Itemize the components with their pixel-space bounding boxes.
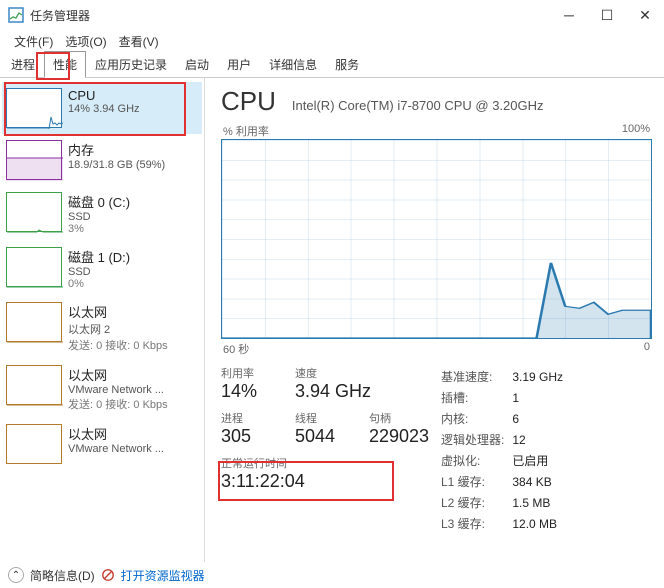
label-cores: 内核:	[441, 409, 510, 428]
label-lprocs: 逻辑处理器:	[441, 430, 510, 449]
label-base-speed: 基准速度:	[441, 367, 510, 386]
menu-view[interactable]: 查看(V)	[113, 31, 165, 52]
label-sockets: 插槽:	[441, 388, 510, 407]
value-l3: 12.0 MB	[512, 514, 569, 533]
sidebar-disk0-sub: SSD	[68, 211, 130, 223]
sidebar-eth1-sub2: 发送: 0 接收: 0 Kbps	[68, 337, 168, 353]
value-threads: 5044	[295, 426, 351, 447]
menu-file[interactable]: 文件(F)	[8, 31, 59, 52]
value-sockets: 1	[512, 388, 569, 407]
menu-bar: 文件(F) 选项(O) 查看(V)	[0, 30, 664, 52]
stats-left: 利用率 14% 速度 3.94 GHz 进程 305 线程 50	[221, 365, 421, 535]
sidebar: CPU 14% 3.94 GHz 内存 18.9/31.8 GB (59%) 磁…	[0, 78, 205, 562]
sidebar-mem-sub: 18.9/31.8 GB (59%)	[68, 159, 165, 171]
label-handles: 句柄	[369, 410, 425, 426]
app-icon	[8, 7, 24, 23]
label-l2: L2 缓存:	[441, 493, 510, 512]
label-l3: L3 缓存:	[441, 514, 510, 533]
window-title: 任务管理器	[30, 7, 550, 24]
maximize-button[interactable]: ☐	[588, 0, 626, 30]
tab-app-history[interactable]: 应用历史记录	[86, 51, 176, 77]
label-virtualization: 虚拟化:	[441, 451, 510, 470]
status-bar: ⌃ 简略信息(D) 打开资源监视器	[0, 562, 664, 588]
tab-details[interactable]: 详细信息	[260, 51, 326, 77]
sidebar-item-cpu[interactable]: CPU 14% 3.94 GHz	[2, 82, 202, 134]
sidebar-disk1-name: 磁盘 1 (D:)	[68, 247, 130, 266]
value-base-speed: 3.19 GHz	[512, 367, 569, 386]
sidebar-item-eth1[interactable]: 以太网 以太网 2 发送: 0 接收: 0 Kbps	[2, 296, 202, 359]
value-utilization: 14%	[221, 381, 277, 402]
sidebar-mem-name: 内存	[68, 140, 165, 159]
sidebar-disk1-sub2: 0%	[68, 278, 130, 290]
value-handles: 229023	[369, 426, 425, 447]
eth1-thumb-chart	[6, 302, 62, 342]
eth2-thumb-chart	[6, 365, 62, 405]
cpu-thumb-chart	[6, 88, 62, 128]
value-processes: 305	[221, 426, 277, 447]
menu-options[interactable]: 选项(O)	[59, 31, 112, 52]
content-body: CPU 14% 3.94 GHz 内存 18.9/31.8 GB (59%) 磁…	[0, 78, 664, 562]
sidebar-eth2-sub2: 发送: 0 接收: 0 Kbps	[68, 396, 168, 412]
tab-processes[interactable]: 进程	[2, 51, 44, 77]
tab-performance[interactable]: 性能	[44, 51, 86, 78]
value-l2: 1.5 MB	[512, 493, 569, 512]
sidebar-cpu-sub: 14% 3.94 GHz	[68, 103, 140, 115]
sidebar-eth3-name: 以太网	[68, 424, 164, 443]
resmon-icon	[101, 568, 115, 582]
label-processes: 进程	[221, 410, 277, 426]
label-utilization: 利用率	[221, 365, 277, 381]
cpu-utilization-chart[interactable]	[221, 139, 652, 339]
value-cores: 6	[512, 409, 569, 428]
chart-label-tl: % 利用率	[223, 123, 269, 139]
eth3-thumb-chart	[6, 424, 62, 464]
chart-label-tr: 100%	[622, 123, 650, 139]
stats-right: 基准速度:3.19 GHz 插槽:1 内核:6 逻辑处理器:12 虚拟化:已启用…	[439, 365, 571, 535]
tab-users[interactable]: 用户	[218, 51, 260, 77]
label-speed: 速度	[295, 365, 371, 381]
value-speed: 3.94 GHz	[295, 381, 371, 402]
sidebar-item-eth3[interactable]: 以太网 VMware Network ...	[2, 418, 202, 470]
sidebar-item-memory[interactable]: 内存 18.9/31.8 GB (59%)	[2, 134, 202, 186]
label-l1: L1 缓存:	[441, 472, 510, 491]
sidebar-eth1-sub: 以太网 2	[68, 321, 168, 337]
disk1-thumb-chart	[6, 247, 62, 287]
label-threads: 线程	[295, 410, 351, 426]
sidebar-item-disk0[interactable]: 磁盘 0 (C:) SSD 3%	[2, 186, 202, 241]
chart-label-bl: 60 秒	[223, 341, 249, 357]
sidebar-eth3-sub: VMware Network ...	[68, 443, 164, 455]
sidebar-eth2-name: 以太网	[68, 365, 168, 384]
tab-services[interactable]: 服务	[326, 51, 368, 77]
sidebar-eth2-sub: VMware Network ...	[68, 384, 168, 396]
memory-thumb-chart	[6, 140, 62, 180]
title-bar: 任务管理器 ─ ☐ ✕	[0, 0, 664, 30]
detail-model: Intel(R) Core(TM) i7-8700 CPU @ 3.20GHz	[292, 98, 652, 113]
tab-bar: 进程 性能 应用历史记录 启动 用户 详细信息 服务	[0, 52, 664, 78]
brief-info-link[interactable]: 简略信息(D)	[30, 567, 95, 584]
sidebar-item-eth2[interactable]: 以太网 VMware Network ... 发送: 0 接收: 0 Kbps	[2, 359, 202, 418]
sidebar-item-disk1[interactable]: 磁盘 1 (D:) SSD 0%	[2, 241, 202, 296]
sidebar-disk0-name: 磁盘 0 (C:)	[68, 192, 130, 211]
close-button[interactable]: ✕	[626, 0, 664, 30]
chevron-up-icon[interactable]: ⌃	[8, 567, 24, 583]
sidebar-disk1-sub: SSD	[68, 266, 130, 278]
value-uptime: 3:11:22:04	[221, 471, 421, 492]
value-lprocs: 12	[512, 430, 569, 449]
chart-label-br: 0	[644, 341, 650, 357]
sidebar-disk0-sub2: 3%	[68, 223, 130, 235]
open-resource-monitor-link[interactable]: 打开资源监视器	[121, 567, 205, 584]
detail-title: CPU	[221, 86, 276, 117]
disk0-thumb-chart	[6, 192, 62, 232]
value-virtualization: 已启用	[512, 451, 569, 470]
label-uptime: 正常运行时间	[221, 455, 421, 471]
value-l1: 384 KB	[512, 472, 569, 491]
sidebar-eth1-name: 以太网	[68, 302, 168, 321]
sidebar-cpu-name: CPU	[68, 88, 140, 103]
minimize-button[interactable]: ─	[550, 0, 588, 30]
tab-startup[interactable]: 启动	[176, 51, 218, 77]
detail-pane: CPU Intel(R) Core(TM) i7-8700 CPU @ 3.20…	[205, 78, 664, 562]
